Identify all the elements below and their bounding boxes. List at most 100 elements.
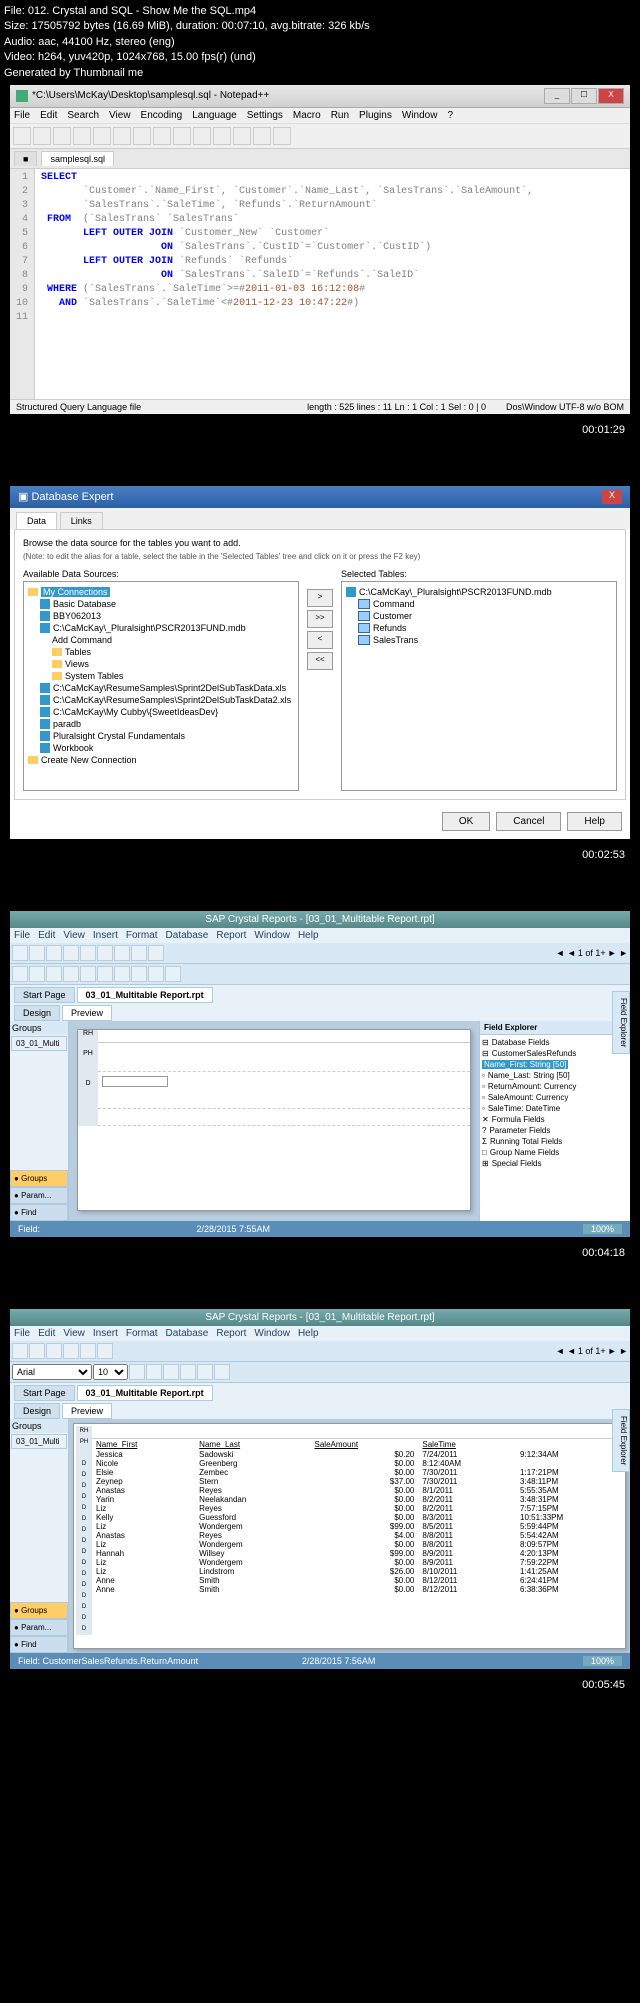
tb-cut[interactable] [93,127,111,145]
status-zoom[interactable]: 100% [583,1224,622,1234]
tb-italic[interactable] [146,1364,162,1380]
tb-center[interactable] [197,1364,213,1380]
tb-replace[interactable] [213,127,231,145]
tb-save[interactable] [53,127,71,145]
tb-redo[interactable] [148,945,164,961]
menu-plugins[interactable]: Plugins [359,110,392,121]
menu-help[interactable]: Help [298,930,319,941]
add-button[interactable]: > [307,589,333,607]
menu-help[interactable]: ? [447,110,453,121]
available-tree[interactable]: My Connections Basic Database BBY062013 … [23,581,299,791]
menu-database[interactable]: Database [166,930,209,941]
tb-open[interactable] [29,1343,45,1359]
tb-align[interactable] [63,966,79,982]
group-item[interactable]: 03_01_Multi [11,1434,67,1449]
menu-edit[interactable]: Edit [40,110,57,121]
tab-start[interactable]: Start Page [14,1385,75,1401]
tab-report[interactable]: 03_01_Multitable Report.rpt [77,987,213,1003]
tab-links[interactable]: Links [60,512,103,529]
tb-print[interactable] [63,945,79,961]
tab-design[interactable]: Design [14,1403,60,1419]
menu-insert[interactable]: Insert [93,930,118,941]
tb-paste[interactable] [114,945,130,961]
sidebar-groups[interactable]: ● Groups [10,1602,68,1619]
tb-print[interactable] [63,1343,79,1359]
tb-undo[interactable] [153,127,171,145]
menu-database[interactable]: Database [166,1328,209,1339]
menu-edit[interactable]: Edit [38,1328,55,1339]
close-button[interactable]: X [598,88,624,104]
selected-tree[interactable]: C:\CaMcKay\_Pluralsight\PSCR2013FUND.mdb… [341,581,617,791]
add-all-button[interactable]: >> [307,610,333,628]
menu-edit[interactable]: Edit [38,930,55,941]
tb-a4[interactable] [131,966,147,982]
tb-italic[interactable] [46,966,62,982]
field-explorer-tab[interactable]: Field Explorer [612,991,630,1054]
tb-bold[interactable] [29,966,45,982]
sidebar-groups[interactable]: ● Groups [10,1170,68,1187]
sidebar-params[interactable]: ● Param... [10,1187,68,1204]
menu-window[interactable]: Window [254,1328,290,1339]
menu-view[interactable]: View [63,930,85,941]
tb-a3[interactable] [114,966,130,982]
tb-bold[interactable] [129,1364,145,1380]
menu-file[interactable]: File [14,930,30,941]
close-button[interactable]: X [602,490,622,504]
tab-start[interactable]: Start Page [14,987,75,1003]
tb-undo[interactable] [131,945,147,961]
preview-canvas[interactable]: RHPHDDDDDDDDDDDDDDDD Name_First Name_Las… [69,1419,630,1653]
tab-preview[interactable]: Preview [62,1403,112,1419]
menu-window[interactable]: Window [402,110,438,121]
menu-report[interactable]: Report [216,930,246,941]
tb-paste[interactable] [133,127,151,145]
tb-underline[interactable] [163,1364,179,1380]
menu-language[interactable]: Language [192,110,237,121]
menu-insert[interactable]: Insert [93,1328,118,1339]
npp-editor[interactable]: 1234567891011 SELECT `Customer`.`Name_Fi… [10,169,630,399]
tb-a2[interactable] [97,966,113,982]
tb-cut[interactable] [80,945,96,961]
remove-all-button[interactable]: << [307,652,333,670]
tb-zoom[interactable] [233,127,251,145]
sidebar-params[interactable]: ● Param... [10,1619,68,1636]
tb-a6[interactable] [165,966,181,982]
tb-open[interactable] [29,945,45,961]
tb-new[interactable] [12,1343,28,1359]
menu-macro[interactable]: Macro [293,110,321,121]
ok-button[interactable]: OK [442,812,490,831]
menu-settings[interactable]: Settings [247,110,283,121]
tab-other[interactable]: ■ [14,151,37,166]
field-tree[interactable]: ⊟ Database Fields ⊟ CustomerSalesRefunds… [480,1035,630,1171]
tb-redo[interactable] [173,127,191,145]
tb-copy[interactable] [97,1343,113,1359]
remove-button[interactable]: < [307,631,333,649]
menu-help[interactable]: Help [298,1328,319,1339]
menu-file[interactable]: File [14,110,30,121]
help-button[interactable]: Help [567,812,622,831]
menu-encoding[interactable]: Encoding [141,110,183,121]
field-explorer-tab[interactable]: Field Explorer [612,1409,630,1472]
tab-active[interactable]: samplesql.sql [41,151,114,166]
menu-window[interactable]: Window [254,930,290,941]
tab-preview[interactable]: Preview [62,1005,112,1021]
tb-left[interactable] [180,1364,196,1380]
tb-new[interactable] [13,127,31,145]
tb-save[interactable] [46,945,62,961]
tb-copy[interactable] [97,945,113,961]
font-select[interactable]: Arial [12,1364,92,1380]
tb-misc2[interactable] [273,127,291,145]
size-select[interactable]: 10 [93,1364,128,1380]
field-placeholder[interactable] [102,1076,168,1087]
tb-font[interactable] [12,966,28,982]
cancel-button[interactable]: Cancel [496,812,561,831]
tab-report[interactable]: 03_01_Multitable Report.rpt [77,1385,213,1401]
tb-find[interactable] [193,127,211,145]
tab-design[interactable]: Design [14,1005,60,1021]
sidebar-find[interactable]: ● Find [10,1204,68,1221]
sidebar-find[interactable]: ● Find [10,1636,68,1653]
tb-a1[interactable] [80,966,96,982]
tb-open[interactable] [33,127,51,145]
menu-run[interactable]: Run [331,110,349,121]
tb-misc1[interactable] [253,127,271,145]
menu-format[interactable]: Format [126,930,158,941]
